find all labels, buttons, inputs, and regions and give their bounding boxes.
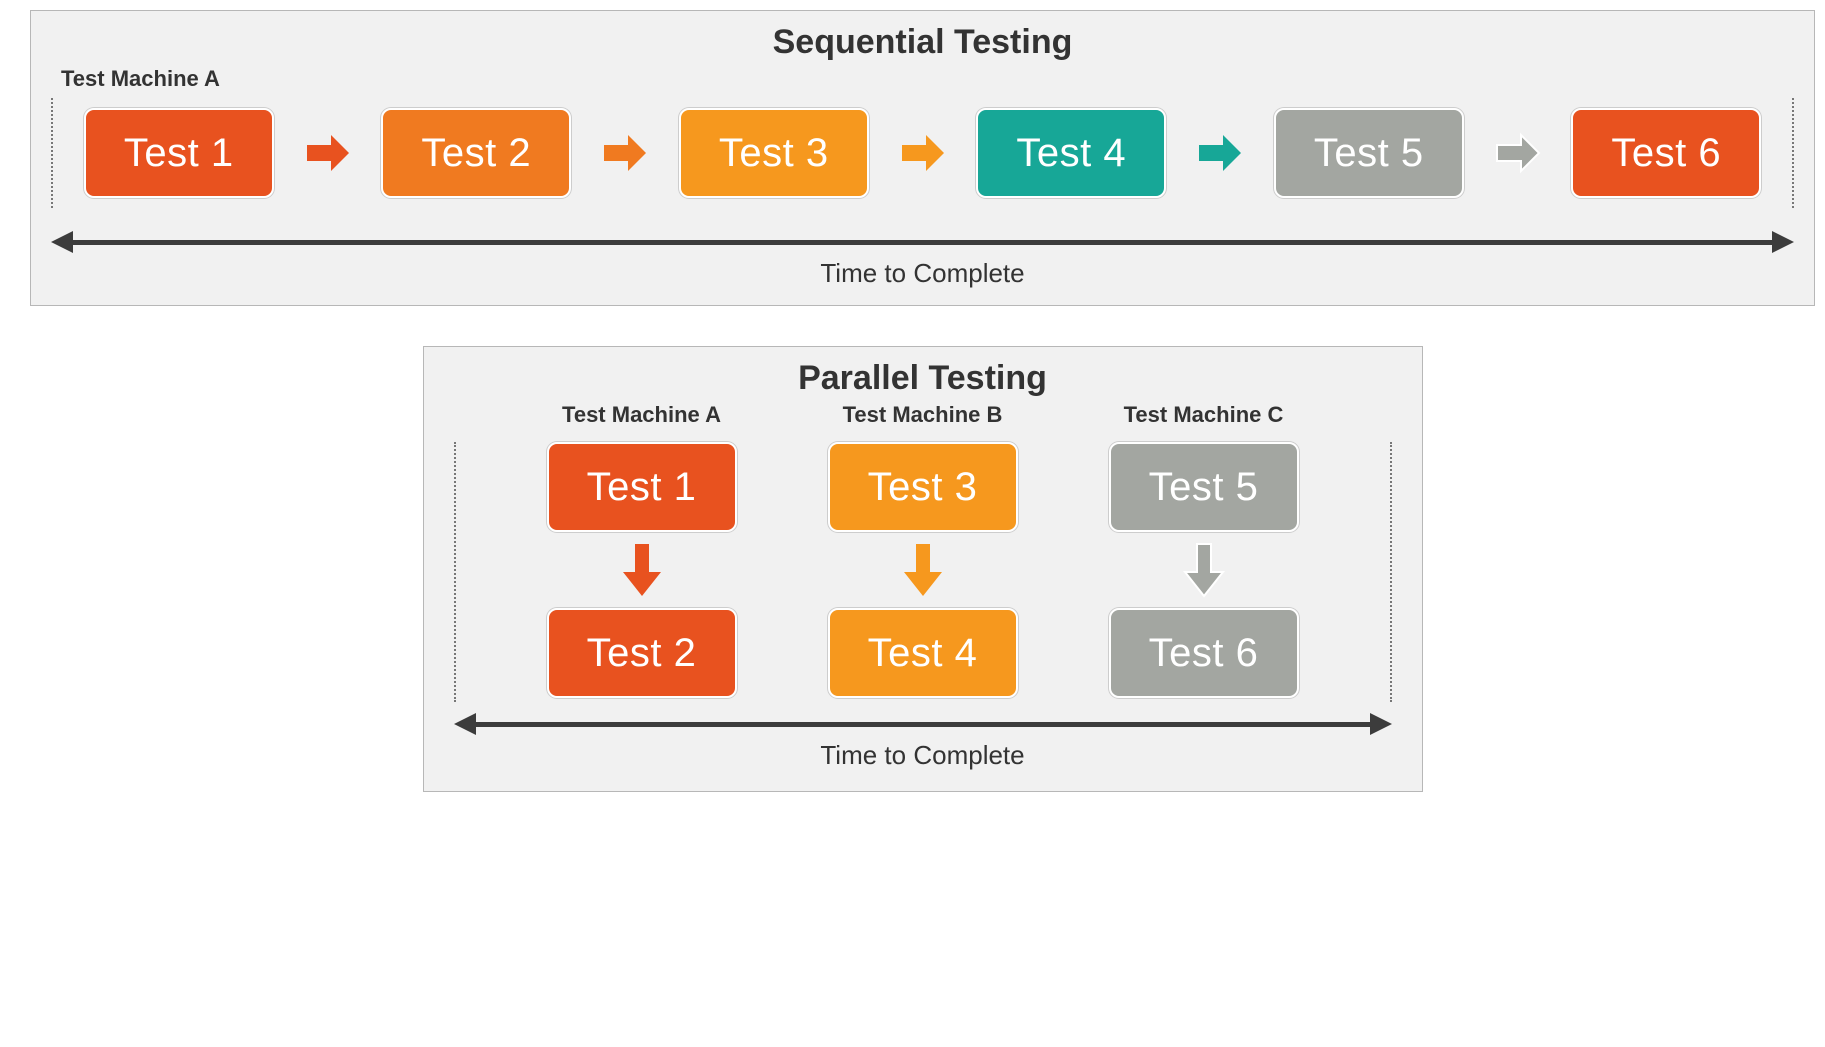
test-box: Test 3 — [828, 442, 1018, 532]
parallel-panel: Parallel Testing Test Machine A Test 1 T… — [423, 346, 1423, 792]
sequential-row: Test 1 Test 2 Test 3 Test 4 Test 5 — [51, 98, 1794, 208]
test-box: Test 1 — [84, 108, 274, 198]
parallel-time-axis: Time to Complete — [454, 712, 1392, 771]
test-box-label: Test 4 — [868, 631, 978, 676]
test-box-label: Test 5 — [1149, 465, 1259, 510]
test-box-label: Test 3 — [719, 131, 829, 176]
parallel-column: Test Machine A Test 1 Test 2 — [547, 402, 737, 702]
test-box: Test 4 — [976, 108, 1166, 198]
arrow-right-icon — [602, 131, 648, 175]
arrow-right-icon — [1495, 131, 1541, 175]
test-box-label: Test 5 — [1314, 131, 1424, 176]
test-box-label: Test 1 — [124, 131, 234, 176]
test-box-label: Test 6 — [1611, 131, 1721, 176]
time-arrowhead-right-icon — [1370, 713, 1392, 735]
sequential-panel: Sequential Testing Test Machine A Test 1… — [30, 10, 1815, 306]
arrow-right-icon — [900, 131, 946, 175]
test-box-label: Test 6 — [1149, 631, 1259, 676]
sequential-title: Sequential Testing — [51, 23, 1794, 62]
arrow-right-icon — [305, 131, 351, 175]
test-box-label: Test 4 — [1016, 131, 1126, 176]
arrow-down-icon — [1181, 542, 1227, 598]
test-box: Test 6 — [1109, 608, 1299, 698]
test-box: Test 6 — [1571, 108, 1761, 198]
sequential-time-caption: Time to Complete — [51, 258, 1794, 289]
test-box: Test 3 — [679, 108, 869, 198]
test-box: Test 5 — [1274, 108, 1464, 198]
time-axis-line — [466, 722, 1380, 727]
sequential-time-axis: Time to Complete — [51, 230, 1794, 289]
parallel-column: Test Machine B Test 3 Test 4 — [828, 402, 1018, 702]
bound-line-icon — [454, 442, 456, 702]
sequential-machine-label: Test Machine A — [61, 66, 1794, 92]
arrow-down-icon — [619, 542, 665, 598]
test-box: Test 4 — [828, 608, 1018, 698]
test-box: Test 1 — [547, 442, 737, 532]
parallel-columns: Test Machine A Test 1 Test 2 Test Machin… — [444, 402, 1402, 702]
arrow-right-icon — [1197, 131, 1243, 175]
parallel-machine-label: Test Machine A — [562, 402, 721, 428]
bound-line-icon — [1792, 98, 1794, 208]
bound-line-icon — [51, 98, 53, 208]
test-box-label: Test 3 — [868, 465, 978, 510]
bound-line-icon — [1390, 442, 1392, 702]
test-box: Test 2 — [547, 608, 737, 698]
parallel-time-caption: Time to Complete — [454, 740, 1392, 771]
test-box-label: Test 1 — [587, 465, 697, 510]
test-box: Test 2 — [381, 108, 571, 198]
arrow-down-icon — [900, 542, 946, 598]
parallel-machine-label: Test Machine B — [843, 402, 1003, 428]
parallel-column: Test Machine C Test 5 Test 6 — [1109, 402, 1299, 702]
test-box-label: Test 2 — [587, 631, 697, 676]
test-box-label: Test 2 — [421, 131, 531, 176]
parallel-machine-label: Test Machine C — [1124, 402, 1284, 428]
time-arrowhead-right-icon — [1772, 231, 1794, 253]
test-box: Test 5 — [1109, 442, 1299, 532]
time-axis-line — [63, 240, 1782, 245]
parallel-title: Parallel Testing — [444, 359, 1402, 398]
